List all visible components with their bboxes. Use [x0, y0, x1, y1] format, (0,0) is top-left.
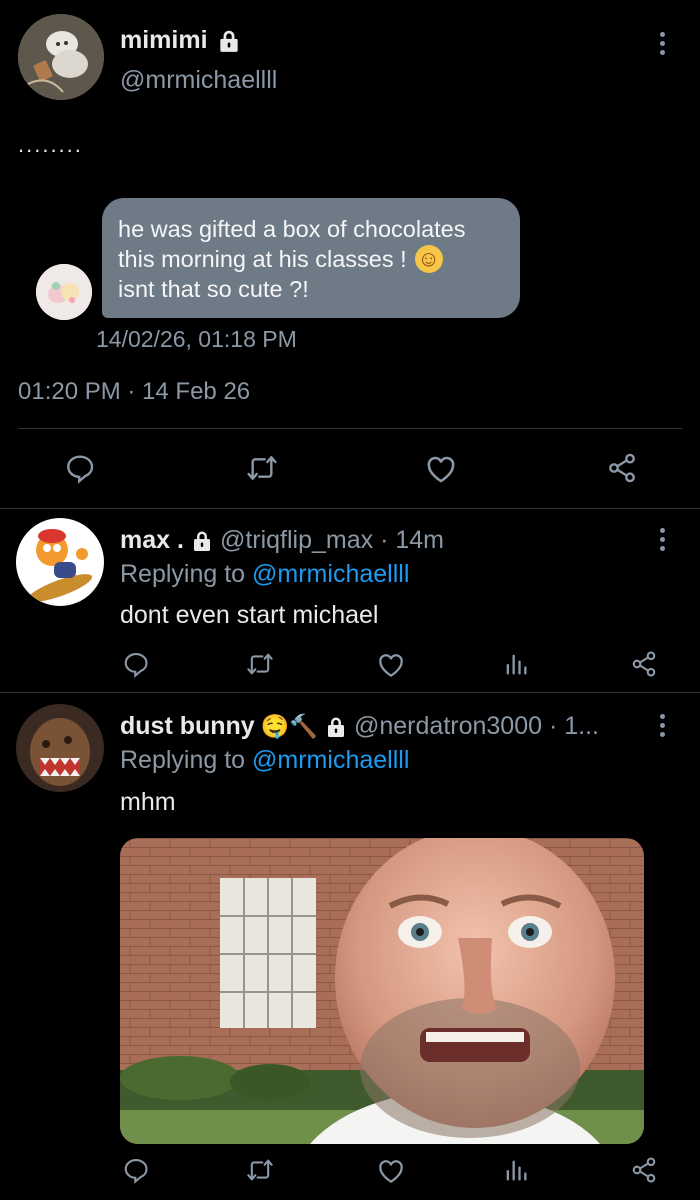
share-button[interactable] — [630, 1156, 658, 1184]
share-icon — [630, 650, 658, 678]
media-image[interactable] — [120, 838, 644, 1144]
message-timestamp: 14/02/26, 01:18 PM — [96, 326, 297, 352]
like-button[interactable] — [376, 1156, 406, 1186]
name-emojis: 🤤🔨 — [260, 713, 318, 739]
reply-author[interactable]: max . @triqflip_max · 14m — [120, 526, 444, 555]
display-name[interactable]: dust bunny — [120, 712, 255, 741]
heart-icon — [376, 650, 406, 680]
heart-icon — [424, 452, 458, 486]
reply-icon — [64, 452, 96, 484]
lock-icon — [216, 28, 242, 54]
replying-to: Replying to @mrmichaellll — [120, 560, 409, 589]
avatar[interactable] — [18, 14, 104, 100]
replying-prefix: Replying to — [120, 746, 246, 774]
share-button[interactable] — [606, 452, 638, 484]
smile-emoji: ☺ — [414, 245, 443, 273]
reply-button[interactable] — [64, 452, 96, 484]
share-icon — [606, 452, 638, 484]
message-line-2-wrap: this morning at his classes ! ☺ — [118, 244, 504, 274]
analytics-icon — [502, 650, 530, 678]
reply-icon — [122, 1156, 150, 1184]
divider — [0, 692, 700, 693]
message-bubble: he was gifted a box of chocolates this m… — [102, 198, 520, 318]
reply-text: mhm — [120, 788, 176, 816]
message-line-2: this morning at his classes ! — [118, 246, 407, 272]
views-button[interactable] — [502, 650, 530, 678]
analytics-icon — [502, 1156, 530, 1184]
heart-icon — [376, 1156, 406, 1186]
message-line-3: isnt that so cute ?! — [118, 276, 309, 302]
display-name[interactable]: max . — [120, 526, 184, 555]
more-icon[interactable] — [658, 32, 666, 55]
like-button[interactable] — [376, 650, 406, 680]
reply-button[interactable] — [122, 650, 150, 678]
author-handle[interactable]: @mrmichaellll — [120, 66, 277, 95]
reply-author[interactable]: dust bunny 🤤🔨 @nerdatron3000 · 1... — [120, 712, 640, 741]
retweet-button[interactable] — [246, 452, 278, 484]
reply-text: dont even start michael — [120, 601, 379, 629]
display-name[interactable]: mimimi — [120, 26, 208, 55]
handle[interactable]: @nerdatron3000 · 1... — [354, 712, 599, 741]
mention-link[interactable]: @mrmichaellll — [252, 560, 409, 588]
retweet-button[interactable] — [246, 1156, 274, 1184]
more-icon[interactable] — [658, 528, 666, 551]
share-icon — [630, 1156, 658, 1184]
lock-icon — [190, 529, 214, 553]
like-button[interactable] — [424, 452, 458, 486]
replying-to: Replying to @mrmichaellll — [120, 746, 409, 775]
tweet-text: ........ — [18, 132, 83, 157]
retweet-icon — [246, 650, 274, 678]
mention-link[interactable]: @mrmichaellll — [252, 746, 409, 774]
message-line-1: he was gifted a box of chocolates — [118, 216, 466, 242]
replying-prefix: Replying to — [120, 560, 246, 588]
retweet-button[interactable] — [246, 650, 274, 678]
divider — [0, 508, 700, 509]
message-avatar — [36, 264, 92, 320]
divider — [18, 428, 682, 429]
reply-button[interactable] — [122, 1156, 150, 1184]
views-button[interactable] — [502, 1156, 530, 1184]
share-button[interactable] — [630, 650, 658, 678]
reply-avatar[interactable] — [16, 518, 104, 606]
handle[interactable]: @triqflip_max · 14m — [220, 526, 444, 555]
retweet-icon — [246, 1156, 274, 1184]
more-icon[interactable] — [658, 714, 666, 737]
tweet-timestamp[interactable]: 01:20 PM · 14 Feb 26 — [18, 378, 250, 406]
reply-avatar[interactable] — [16, 704, 104, 792]
author-name[interactable]: mimimi — [120, 26, 242, 55]
retweet-icon — [246, 452, 278, 484]
reply-icon — [122, 650, 150, 678]
lock-icon — [324, 715, 348, 739]
